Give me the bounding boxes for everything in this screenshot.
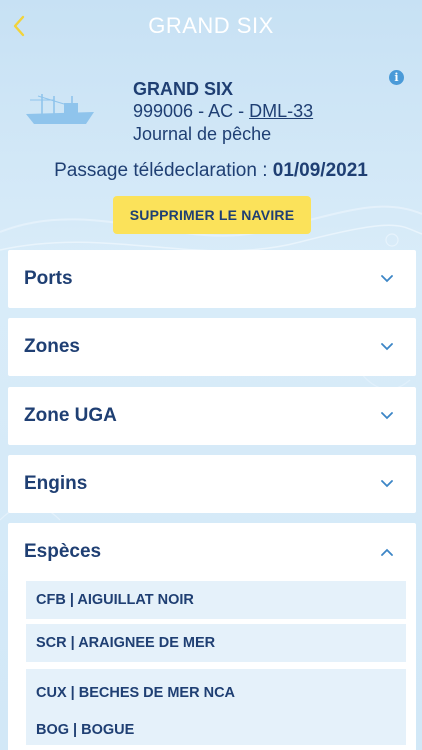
vessel-id: 999006 - AC - DML-33: [133, 100, 313, 123]
section-zone-uga[interactable]: Zone UGA: [8, 387, 416, 445]
passage-date: 01/09/2021: [272, 160, 368, 181]
vessel-id-link[interactable]: DML-33: [249, 101, 313, 121]
chevron-down-icon: [381, 343, 393, 351]
species-item[interactable]: SCR | ARAIGNEE DE MER: [26, 624, 406, 662]
section-label: Engins: [24, 473, 88, 494]
section-engins[interactable]: Engins: [8, 455, 416, 513]
passage-teledeclaration: Passage télédeclaration : 01/09/2021: [0, 160, 422, 182]
section-zones[interactable]: Zones: [8, 318, 416, 376]
delete-vessel-button[interactable]: SUPPRIMER LE NAVIRE: [113, 196, 311, 234]
vessel-name: GRAND SIX: [133, 79, 234, 99]
section-label: Ports: [24, 268, 73, 289]
fishing-boat-icon: [26, 94, 94, 124]
vessel-id-prefix: 999006 - AC -: [133, 101, 250, 121]
section-label: Zones: [24, 336, 80, 357]
species-item[interactable]: BOG | BOGUE: [26, 714, 406, 746]
vessel-journal: Journal de pêche: [133, 124, 272, 144]
passage-label: Passage télédeclaration :: [54, 160, 273, 181]
top-bar: GRAND SIX: [0, 0, 422, 52]
back-button[interactable]: [6, 12, 32, 40]
vessel-info: GRAND SIX 999006 - AC - DML-33 Journal d…: [133, 78, 313, 146]
section-especes-header[interactable]: Espèces: [8, 523, 416, 581]
chevron-down-icon: [381, 275, 393, 283]
chevron-left-icon: [13, 15, 25, 37]
section-label: Zone UGA: [24, 405, 117, 426]
chevron-up-icon: [381, 548, 393, 556]
species-item[interactable]: CFB | AIGUILLAT NOIR: [26, 581, 406, 619]
chevron-down-icon: [381, 480, 393, 488]
page-title: GRAND SIX: [148, 13, 274, 38]
chevron-down-icon: [381, 412, 393, 420]
section-label: Espèces: [24, 541, 102, 562]
section-ports[interactable]: Ports: [8, 250, 416, 308]
info-icon[interactable]: i: [389, 70, 404, 85]
section-especes: Espèces CFB | AIGUILLAT NOIR SCR | ARAIG…: [8, 523, 416, 750]
